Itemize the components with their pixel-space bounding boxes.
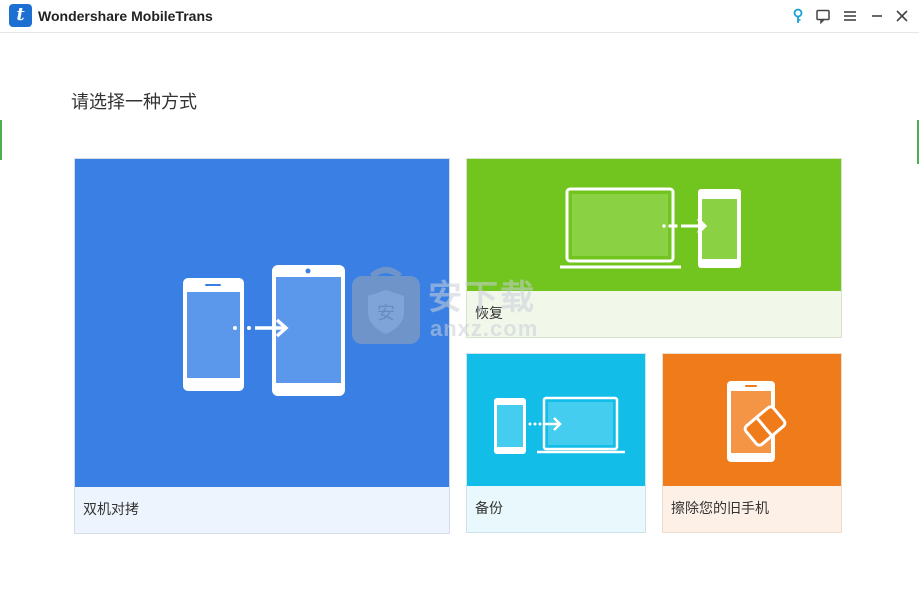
tile-restore[interactable]: 恢复 <box>466 158 842 338</box>
tile-backup[interactable]: 备份 <box>466 353 646 533</box>
minimize-icon[interactable] <box>867 6 887 26</box>
tile-label: 恢复 <box>467 291 841 337</box>
window-title: Wondershare MobileTrans <box>38 8 213 24</box>
tile-phone-transfer[interactable]: 双机对拷 <box>74 158 450 534</box>
menu-icon[interactable] <box>840 6 860 26</box>
computer-to-phone-icon <box>560 187 741 269</box>
phone-to-computer-icon <box>494 396 625 454</box>
tile-art <box>75 159 449 487</box>
tile-erase-phone[interactable]: 擦除您的旧手机 <box>662 353 842 533</box>
tile-art <box>467 354 645 486</box>
feedback-icon[interactable] <box>813 6 833 26</box>
tile-label: 双机对拷 <box>75 487 449 533</box>
tile-label: 擦除您的旧手机 <box>663 486 841 532</box>
phone-eraser-icon <box>727 381 787 462</box>
key-icon[interactable] <box>788 6 808 26</box>
tile-label: 备份 <box>467 486 645 532</box>
page-title: 请选择一种方式 <box>71 92 197 113</box>
tile-art <box>663 354 841 486</box>
tile-art <box>467 159 841 291</box>
title-bar: t Wondershare MobileTrans <box>0 0 919 33</box>
app-logo-icon: t <box>9 4 32 27</box>
edge-mark <box>0 120 2 160</box>
phone-to-phone-icon <box>183 265 345 396</box>
close-icon[interactable] <box>892 6 912 26</box>
